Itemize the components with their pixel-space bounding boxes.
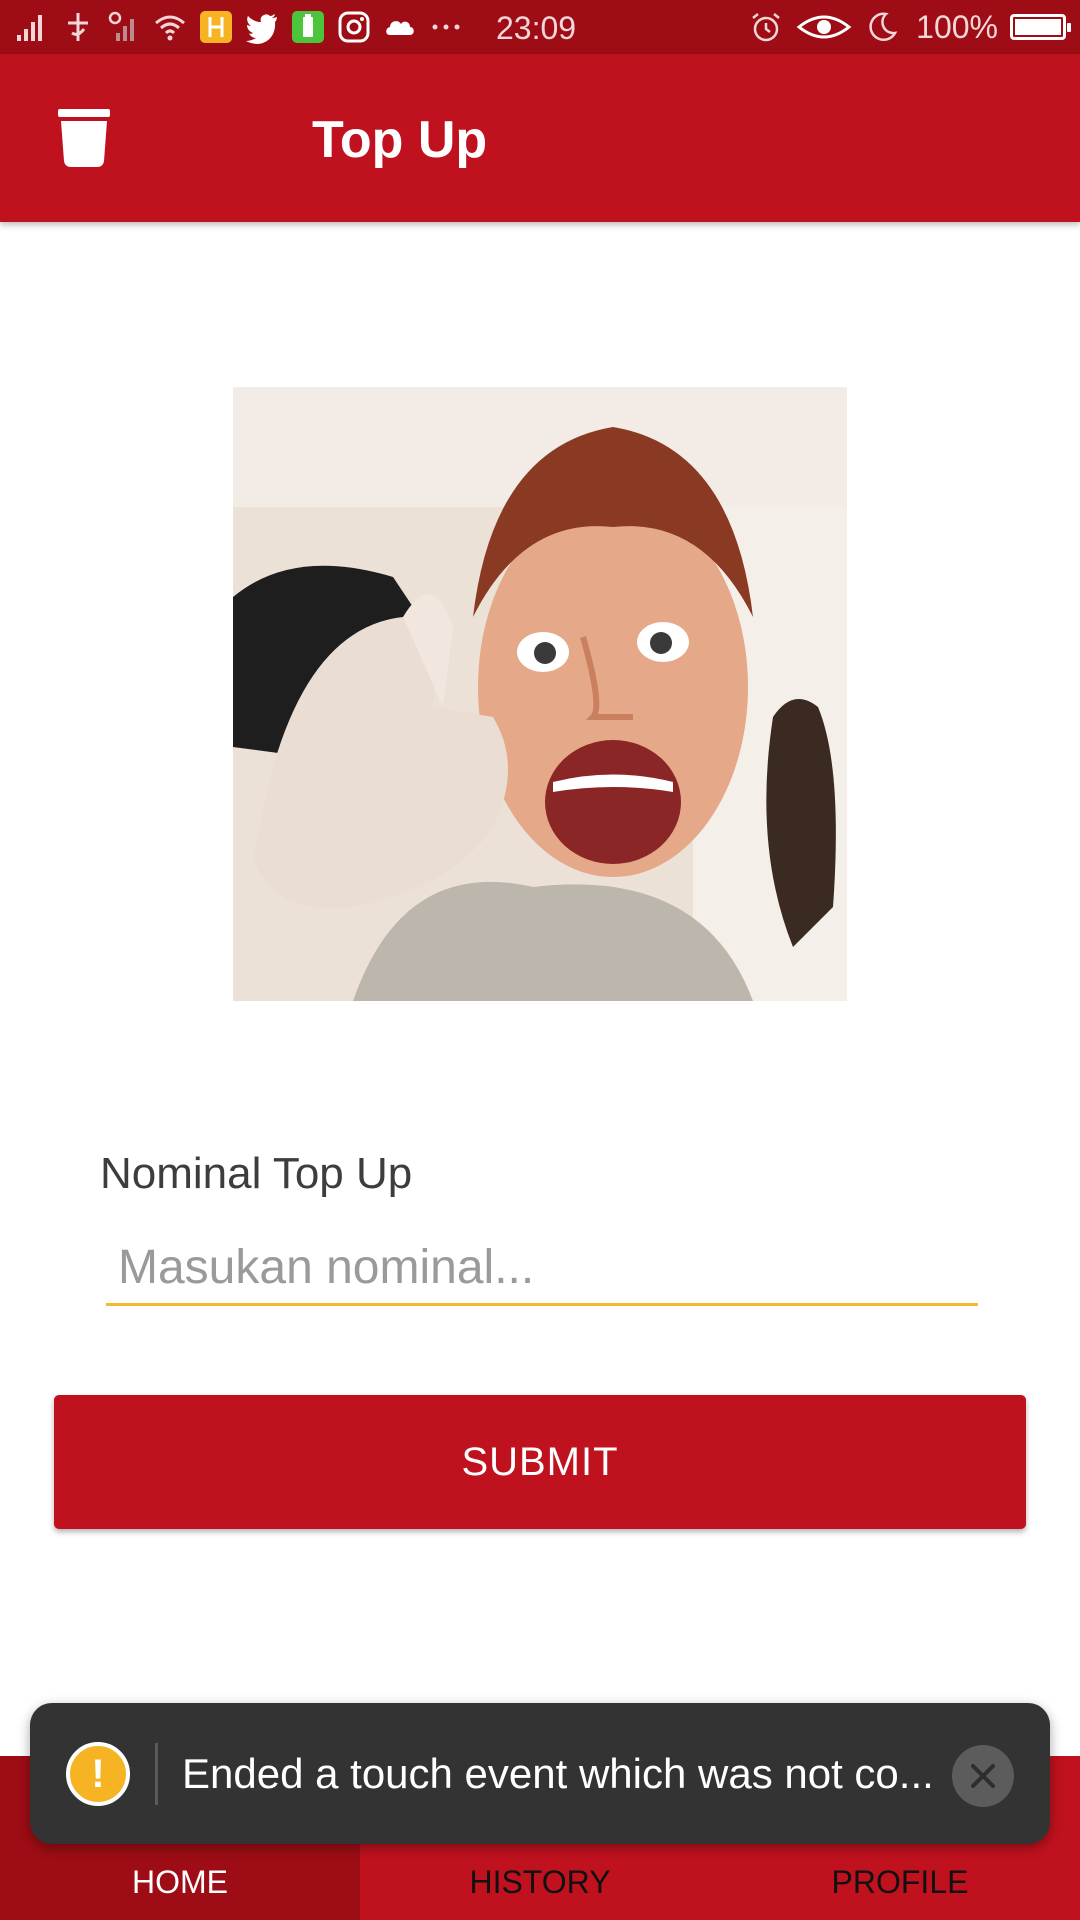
toast-divider: [155, 1743, 158, 1805]
signal-icon: [14, 9, 50, 45]
submit-button[interactable]: SUBMIT: [54, 1395, 1026, 1529]
eye-icon: [796, 9, 852, 45]
nav-label-home: HOME: [132, 1864, 228, 1900]
nav-label-history: HISTORY: [469, 1864, 611, 1900]
bucket-icon[interactable]: [58, 109, 110, 167]
page-title: Top Up: [312, 111, 488, 169]
wifi-icon: [152, 9, 188, 45]
toast-message: Ended a touch event which was not co...: [182, 1750, 934, 1797]
status-bar: 23:09 100%: [0, 0, 1080, 54]
app-icon: [198, 9, 234, 45]
close-icon[interactable]: [952, 1745, 1014, 1807]
profile-photo: [233, 387, 847, 1001]
nav-label-profile: PROFILE: [831, 1864, 969, 1900]
twitter-icon: [244, 9, 280, 45]
nominal-input[interactable]: [106, 1232, 978, 1306]
battery-app-icon: [290, 9, 326, 45]
nominal-label: Nominal Top Up: [100, 1149, 413, 1198]
warning-icon: !: [66, 1742, 130, 1806]
battery-level: [1015, 19, 1061, 35]
more-icon: [428, 9, 464, 45]
screen: 23:09 100% Top Up Nominal Top Up Masukan…: [0, 0, 1080, 1920]
battery-percentage: 100%: [916, 9, 998, 45]
instagram-icon: [336, 9, 372, 45]
alarm-icon: [748, 9, 784, 45]
app-bar: Top Up: [0, 54, 1080, 222]
data-icon: [60, 9, 96, 45]
signal-weak-icon: [106, 9, 142, 45]
cloud-icon: [382, 9, 418, 45]
status-icons-right: 100%: [748, 8, 1071, 46]
status-icons-left: [14, 8, 464, 46]
battery-icon: [1010, 14, 1071, 40]
moon-icon: [864, 9, 900, 45]
status-time: 23:09: [496, 10, 577, 46]
toast-notification: ! Ended a touch event which was not co..…: [30, 1703, 1050, 1844]
